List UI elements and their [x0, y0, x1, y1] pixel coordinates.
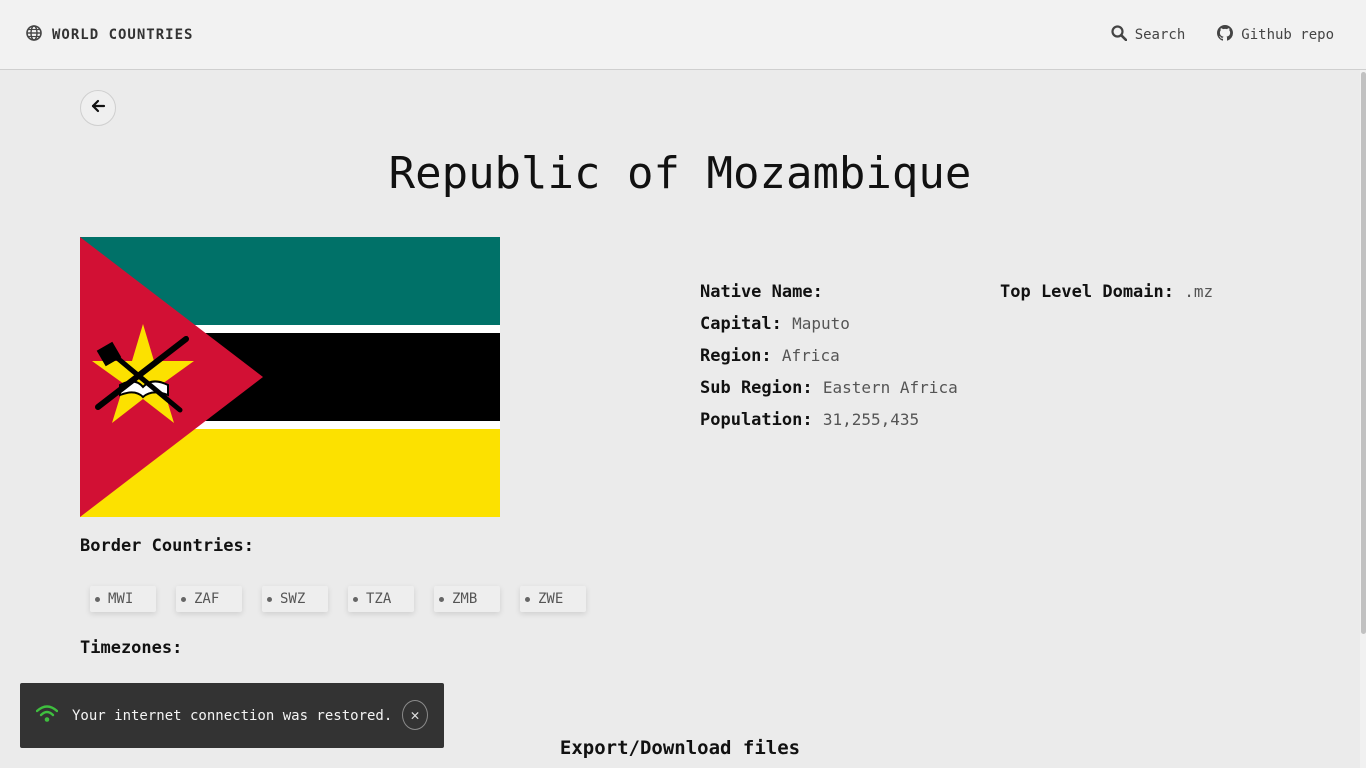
toast-close-button[interactable]: ✕ — [402, 700, 428, 730]
brand-title: WORLD COUNTRIES — [52, 27, 194, 43]
bullet-icon — [439, 596, 444, 602]
close-icon: ✕ — [410, 706, 420, 724]
back-button[interactable] — [80, 90, 116, 126]
bullet-icon — [181, 596, 186, 602]
population-value: 31,255,435 — [822, 410, 920, 429]
border-countries-list: MWI ZAF SWZ TZA ZMB ZWE — [90, 586, 586, 612]
population-row: Population: 31,255,435 — [700, 404, 958, 436]
region-label: Region: — [700, 346, 772, 366]
border-country-chip[interactable]: ZWE — [520, 586, 586, 612]
wifi-icon — [35, 704, 59, 727]
border-country-code: ZWE — [538, 591, 564, 607]
arrow-left-icon — [90, 98, 106, 118]
country-details: Native Name: Capital: Maputo Region: Afr… — [700, 276, 958, 436]
capital-row: Capital: Maputo — [700, 308, 958, 340]
subregion-label: Sub Region: — [700, 378, 813, 398]
top-navbar: WORLD COUNTRIES Search Github repo — [0, 0, 1366, 70]
mozambique-flag-image — [80, 237, 500, 517]
search-icon — [1111, 25, 1128, 45]
bullet-icon — [267, 596, 272, 602]
border-country-chip[interactable]: ZMB — [434, 586, 500, 612]
border-country-code: TZA — [366, 591, 392, 607]
github-link-label: Github repo — [1241, 27, 1334, 43]
tld-label: Top Level Domain: — [1000, 282, 1174, 302]
bullet-icon — [525, 596, 530, 602]
subregion-value: Eastern Africa — [822, 378, 958, 397]
connection-toast: Your internet connection was restored. ✕ — [20, 683, 444, 748]
border-country-chip[interactable]: ZAF — [176, 586, 242, 612]
search-link[interactable]: Search — [1111, 25, 1186, 45]
timezones-heading: Timezones: — [80, 638, 183, 658]
toast-message: Your internet connection was restored. — [72, 707, 393, 724]
subregion-row: Sub Region: Eastern Africa — [700, 372, 958, 404]
bullet-icon — [95, 596, 100, 602]
border-country-code: MWI — [108, 591, 134, 607]
region-value: Africa — [781, 346, 840, 365]
github-repo-link[interactable]: Github repo — [1217, 25, 1334, 45]
nav-links: Search Github repo — [1111, 24, 1334, 46]
native-name-row: Native Name: — [700, 276, 958, 308]
bullet-icon — [353, 596, 358, 602]
border-country-chip[interactable]: MWI — [90, 586, 156, 612]
border-country-code: ZMB — [452, 591, 478, 607]
tld-row: Top Level Domain: .mz — [1000, 276, 1213, 308]
github-icon — [1217, 25, 1234, 45]
search-link-label: Search — [1134, 27, 1186, 43]
capital-value: Maputo — [792, 314, 850, 333]
page-scrollbar-thumb[interactable] — [1361, 72, 1366, 634]
population-label: Population: — [700, 410, 813, 430]
region-row: Region: Africa — [700, 340, 958, 372]
border-country-chip[interactable]: SWZ — [262, 586, 328, 612]
border-countries-heading: Border Countries: — [80, 536, 254, 556]
border-country-code: ZAF — [194, 591, 220, 607]
border-country-code: SWZ — [280, 591, 306, 607]
country-details-secondary: Top Level Domain: .mz — [1000, 276, 1213, 308]
border-country-chip[interactable]: TZA — [348, 586, 414, 612]
native-name-label: Native Name: — [700, 282, 823, 302]
globe-icon — [26, 25, 42, 45]
brand-link[interactable]: WORLD COUNTRIES — [26, 25, 193, 45]
tld-value: .mz — [1184, 282, 1214, 301]
capital-label: Capital: — [700, 314, 782, 334]
country-flag — [80, 237, 500, 517]
country-title: Republic of Mozambique — [388, 148, 972, 199]
